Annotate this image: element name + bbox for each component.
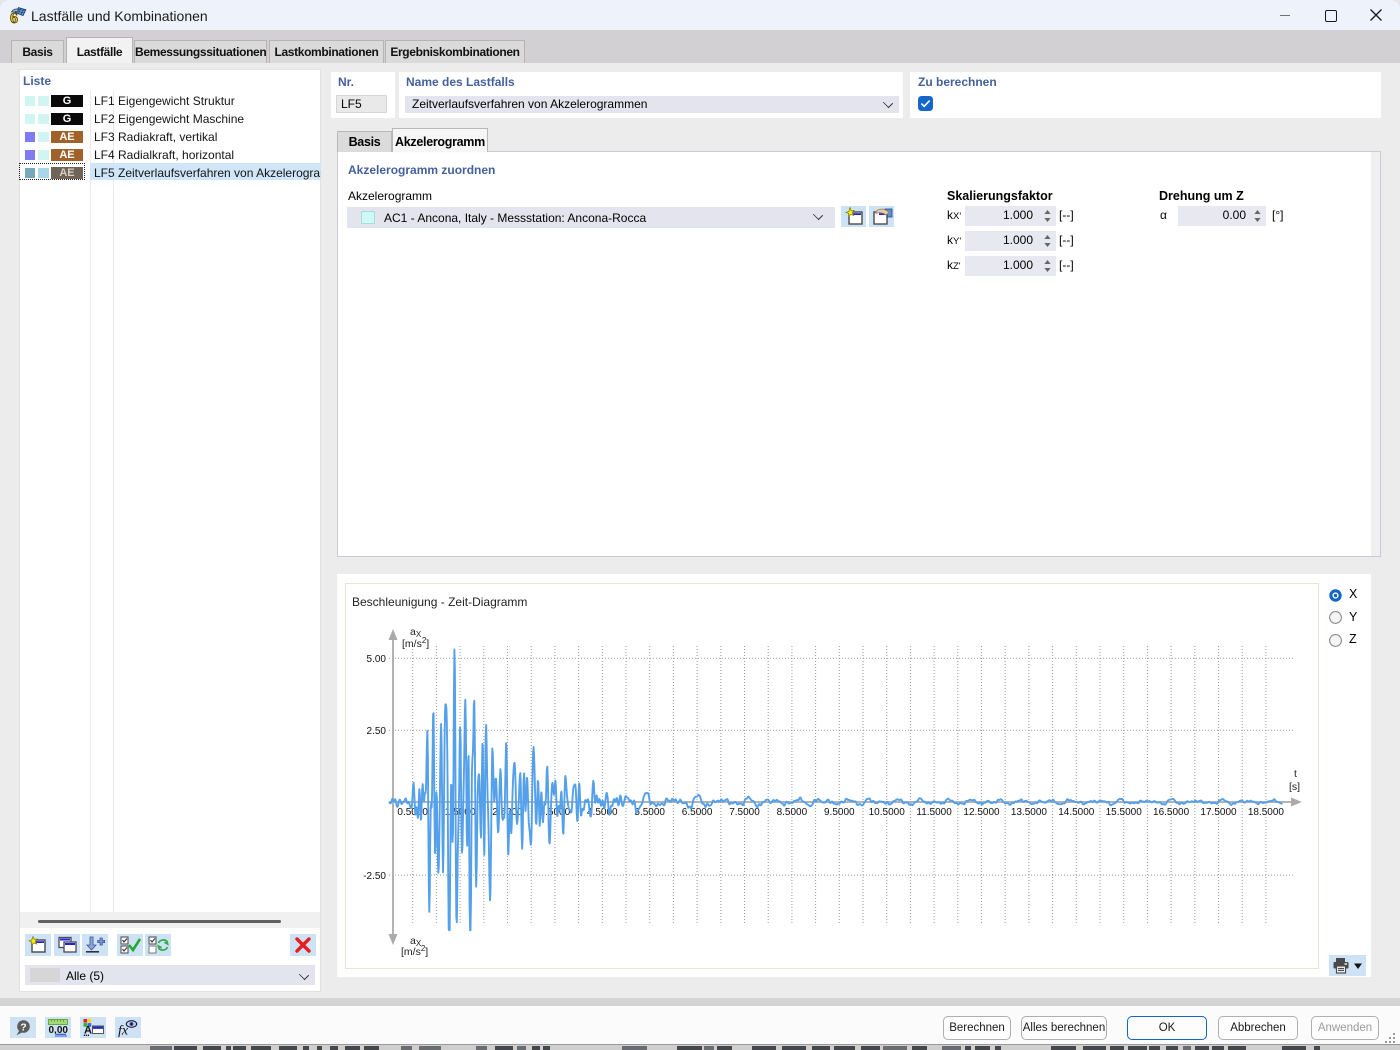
svg-text:2.50: 2.50	[367, 726, 387, 737]
svg-text:8.5000: 8.5000	[777, 807, 808, 818]
svg-text:0.5000: 0.5000	[397, 807, 428, 818]
svg-text:7.5000: 7.5000	[729, 807, 760, 818]
svg-text:5.00: 5.00	[367, 654, 387, 665]
svg-text:[s]: [s]	[1289, 781, 1300, 793]
svg-text:18.5000: 18.5000	[1248, 807, 1285, 818]
svg-text:?: ?	[20, 1022, 26, 1034]
svg-text:t: t	[1294, 768, 1297, 780]
svg-text:13.5000: 13.5000	[1011, 807, 1048, 818]
svg-text:11.5000: 11.5000	[916, 807, 952, 818]
svg-text:12.5000: 12.5000	[963, 807, 1000, 818]
svg-text:15.5000: 15.5000	[1106, 807, 1143, 818]
svg-text:-2.50: -2.50	[363, 871, 386, 882]
svg-text:17.5000: 17.5000	[1200, 807, 1237, 818]
svg-text:6.5000: 6.5000	[682, 807, 713, 818]
svg-text:10.5000: 10.5000	[869, 807, 906, 818]
svg-text:Beschleunigung - Zeit-Diagramm: Beschleunigung - Zeit-Diagramm	[352, 595, 527, 609]
svg-text:6: 6	[10, 10, 18, 25]
svg-text:9.5000: 9.5000	[824, 807, 855, 818]
svg-text:14.5000: 14.5000	[1058, 807, 1095, 818]
svg-text:16.5000: 16.5000	[1153, 807, 1190, 818]
